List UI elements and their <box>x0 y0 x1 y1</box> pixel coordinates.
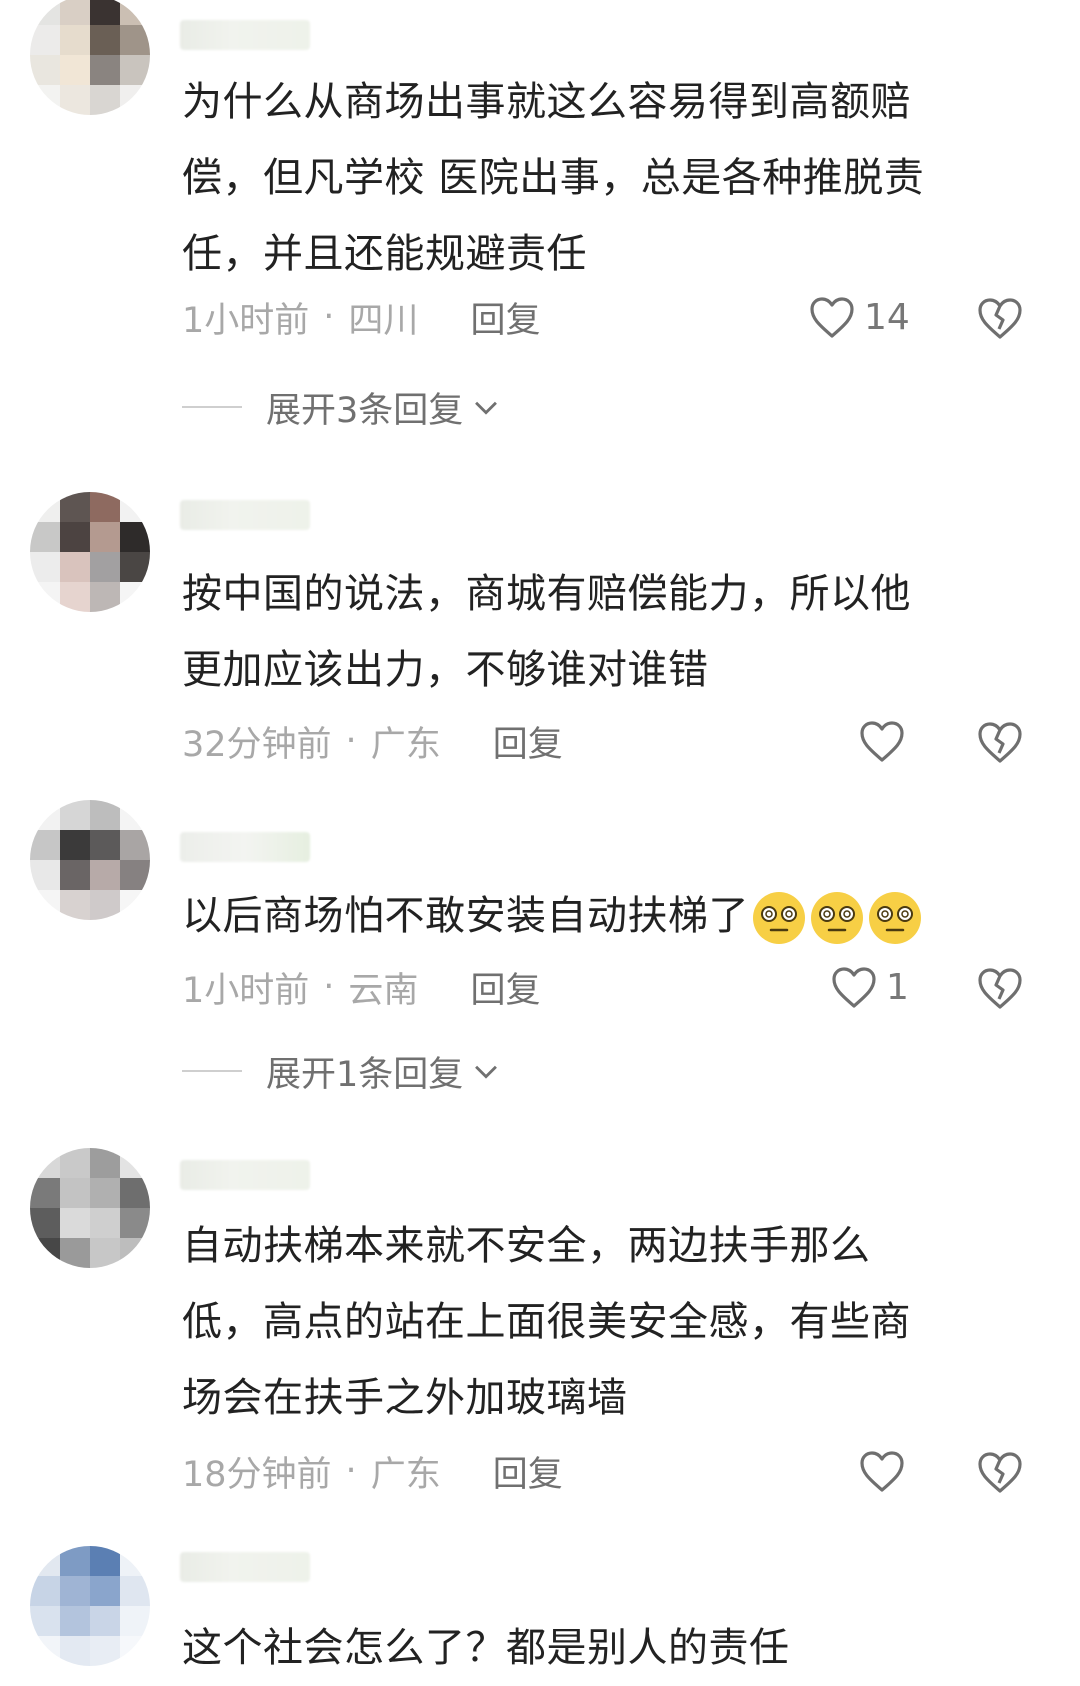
avatar[interactable] <box>30 1546 150 1666</box>
timestamp: 1小时前 <box>182 970 310 1011</box>
avatar[interactable] <box>30 492 150 612</box>
dizzy-face-icon <box>753 892 805 944</box>
chevron-down-icon <box>475 1065 498 1079</box>
expand-replies-label: 展开1条回复 <box>266 1054 464 1095</box>
avatar[interactable] <box>30 800 150 920</box>
comment-meta: 32分钟前 · 广东 回复 <box>182 716 563 766</box>
heart-icon <box>810 297 854 338</box>
location: 云南 <box>348 970 419 1011</box>
avatar[interactable] <box>30 0 150 115</box>
expand-divider <box>182 1070 242 1072</box>
comment-meta: 1小时前 · 四川 回复 <box>182 292 540 342</box>
username-blurred[interactable] <box>180 1552 310 1582</box>
expand-replies[interactable]: 展开3条回复 <box>182 382 503 432</box>
separator: · <box>345 1451 357 1491</box>
separator: · <box>345 721 357 761</box>
dislike-broken-heart-icon[interactable] <box>976 294 1024 342</box>
expand-replies-label: 展开3条回复 <box>266 390 464 431</box>
comment-meta: 18分钟前 · 广东 回复 <box>182 1446 563 1496</box>
like-button[interactable] <box>858 716 914 766</box>
chevron-down-icon <box>475 401 498 415</box>
dizzy-face-icon <box>811 892 863 944</box>
timestamp: 1小时前 <box>182 300 310 341</box>
expand-replies[interactable]: 展开1条回复 <box>182 1046 503 1096</box>
reply-button[interactable]: 回复 <box>493 716 563 767</box>
comment-text: 为什么从商场出事就这么容易得到高额赔 偿，但凡学校 医院出事，总是各种推脱责 任… <box>182 79 925 277</box>
like-button[interactable]: 1 <box>830 962 909 1012</box>
comment-text: 这个社会怎么了？都是别人的责任 <box>182 1625 790 1671</box>
like-button[interactable]: 14 <box>808 292 910 342</box>
dislike-broken-heart-icon[interactable] <box>976 718 1024 766</box>
username-blurred[interactable] <box>180 20 310 50</box>
separator: · <box>323 297 335 337</box>
avatar[interactable] <box>30 1148 150 1268</box>
dislike-broken-heart-icon[interactable] <box>976 1448 1024 1496</box>
location: 广东 <box>370 724 441 765</box>
dizzy-face-icon <box>869 892 921 944</box>
like-count: 1 <box>886 966 909 1008</box>
expand-divider <box>182 406 242 408</box>
location: 四川 <box>348 300 419 341</box>
heart-icon <box>832 967 876 1008</box>
location: 广东 <box>370 1454 441 1495</box>
comment-text: 以后商场怕不敢安装自动扶梯了 <box>182 878 1042 954</box>
username-blurred[interactable] <box>180 500 310 530</box>
reply-button[interactable]: 回复 <box>470 962 540 1013</box>
dislike-broken-heart-icon[interactable] <box>976 964 1024 1012</box>
heart-icon <box>860 1451 904 1492</box>
separator: · <box>323 967 335 1007</box>
reply-button[interactable]: 回复 <box>470 292 540 343</box>
reply-button[interactable]: 回复 <box>493 1446 563 1497</box>
like-count: 14 <box>864 296 910 338</box>
username-blurred[interactable] <box>180 832 310 862</box>
username-blurred[interactable] <box>180 1160 310 1190</box>
heart-icon <box>860 721 904 762</box>
comment-meta: 1小时前 · 云南 回复 <box>182 962 540 1012</box>
comment-text: 自动扶梯本来就不安全，两边扶手那么 低，高点的站在上面很美安全感，有些商 场会在… <box>182 1223 911 1421</box>
timestamp: 32分钟前 <box>182 724 332 765</box>
timestamp: 18分钟前 <box>182 1454 332 1495</box>
like-button[interactable] <box>858 1446 914 1496</box>
comment-text: 按中国的说法，商城有赔偿能力，所以他 更加应该出力，不够谁对谁错 <box>182 571 911 693</box>
